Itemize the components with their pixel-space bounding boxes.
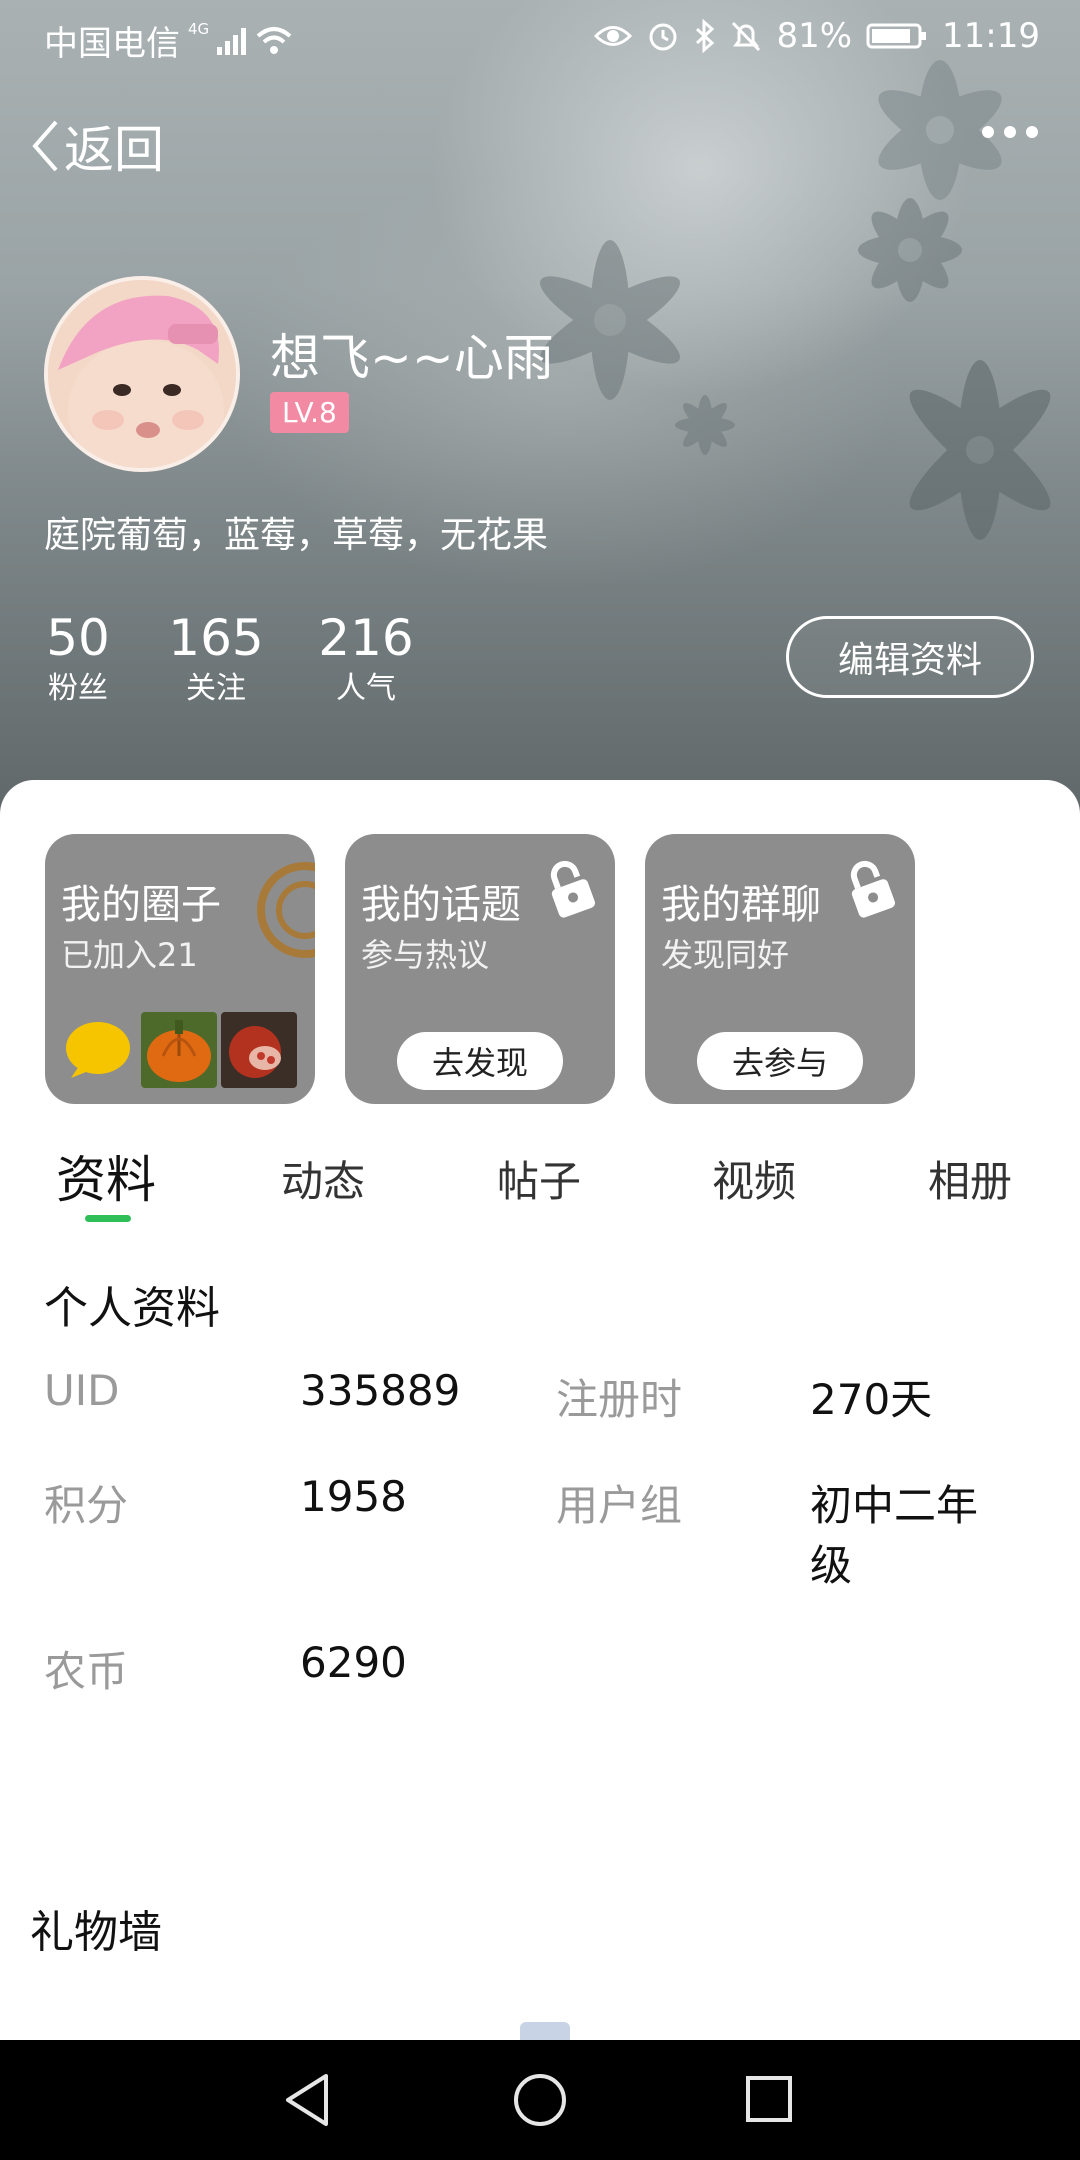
gift-item[interactable] <box>520 2022 570 2040</box>
edit-profile-button[interactable]: 编辑资料 <box>786 616 1034 698</box>
stat-value: 165 <box>168 609 264 667</box>
flower-decoration <box>858 198 962 302</box>
carrier-label: 中国电信 <box>44 24 180 64</box>
tab-activity[interactable]: 动态 <box>281 1148 365 1209</box>
chat-bubble-icon <box>66 1022 130 1078</box>
card-my-circles[interactable]: 我的圈子 已加入21 <box>45 834 315 1104</box>
gift-wall-title: 礼物墙 <box>30 1907 162 1958</box>
level-badge: LV.8 <box>270 392 349 433</box>
registered-label: 注册时 <box>556 1375 683 1424</box>
chevron-left-icon <box>32 120 58 172</box>
tab-albums[interactable]: 相册 <box>928 1148 1012 1209</box>
registered-value: 270天 <box>810 1375 933 1424</box>
active-tab-indicator <box>85 1215 131 1222</box>
stat-popularity[interactable]: 216 人气 <box>316 608 416 710</box>
card-subtitle: 参与热议 <box>361 936 490 974</box>
stat-following[interactable]: 165 关注 <box>166 608 266 710</box>
nav-back-icon[interactable] <box>282 2070 332 2130</box>
eye-icon <box>594 26 633 46</box>
tab-videos[interactable]: 视频 <box>712 1148 796 1209</box>
coins-value: 6290 <box>300 1638 407 1687</box>
system-nav-bar <box>0 2040 1080 2160</box>
stat-value: 50 <box>46 609 110 667</box>
nav-recents-icon[interactable] <box>744 2070 794 2130</box>
profile-header: 中国电信 4G 81% 11:19 返回 想飞~~心雨 LV.8 庭院葡萄，蓝莓… <box>0 0 1080 820</box>
points-label: 积分 <box>44 1481 129 1530</box>
uid-value: 335889 <box>300 1366 461 1415</box>
card-title: 我的话题 <box>361 882 521 928</box>
tab-posts[interactable]: 帖子 <box>497 1148 581 1209</box>
card-my-group-chats[interactable]: 我的群聊 发现同好 去参与 <box>645 834 915 1104</box>
card-title: 我的群聊 <box>661 882 821 928</box>
circle-thumbnail-pomegranate <box>221 1012 297 1088</box>
card-subtitle: 发现同好 <box>661 936 790 974</box>
uid-label: UID <box>44 1366 120 1415</box>
nickname: 想飞~~心雨 <box>270 329 554 387</box>
join-button[interactable]: 去参与 <box>697 1032 863 1090</box>
battery-icon <box>866 23 927 49</box>
discover-button[interactable]: 去发现 <box>397 1032 563 1090</box>
signature: 庭院葡萄，蓝莓，草莓，无花果 <box>44 515 549 556</box>
stat-label: 人气 <box>336 671 396 706</box>
user-group-value: 初中二年 <box>810 1481 979 1530</box>
status-bar: 中国电信 4G 81% 11:19 <box>0 0 1080 72</box>
avatar[interactable] <box>44 276 240 472</box>
section-title-personal-info: 个人资料 <box>44 1283 220 1334</box>
coins-label: 农币 <box>44 1647 129 1696</box>
lock-icon <box>550 860 595 918</box>
back-label: 返回 <box>64 121 164 179</box>
user-group-value-cont: 级 <box>810 1541 853 1590</box>
stat-label: 粉丝 <box>48 671 108 706</box>
circle-thumbnail-pumpkin <box>141 1012 217 1088</box>
stat-label: 关注 <box>186 671 246 706</box>
wifi-icon <box>256 26 292 54</box>
tab-profile-info[interactable]: 资料 <box>56 1140 156 1212</box>
profile-tabs: 资料 动态 帖子 视频 相册 <box>0 1140 1080 1220</box>
battery-percent: 81% <box>776 16 853 56</box>
bluetooth-icon <box>696 19 715 53</box>
card-title: 我的圈子 <box>61 882 221 928</box>
back-button[interactable]: 返回 <box>30 110 164 182</box>
card-my-topics[interactable]: 我的话题 参与热议 去发现 <box>345 834 615 1104</box>
flower-decoration <box>909 360 1051 540</box>
nav-home-icon[interactable] <box>512 2070 568 2130</box>
circle-logo-icon <box>257 862 315 958</box>
mute-bell-icon <box>732 21 761 52</box>
user-group-label: 用户组 <box>556 1481 683 1530</box>
signal-icon <box>217 27 247 55</box>
card-subtitle: 已加入21 <box>61 936 198 974</box>
lock-icon <box>850 860 895 918</box>
points-value: 1958 <box>300 1472 407 1521</box>
stat-fans[interactable]: 50 粉丝 <box>38 608 118 710</box>
network-type: 4G <box>188 19 210 38</box>
alarm-icon <box>649 23 677 51</box>
flower-decoration <box>675 395 735 455</box>
more-options-icon[interactable] <box>982 126 1038 138</box>
clock: 11:19 <box>942 16 1040 56</box>
stat-value: 216 <box>318 609 414 667</box>
